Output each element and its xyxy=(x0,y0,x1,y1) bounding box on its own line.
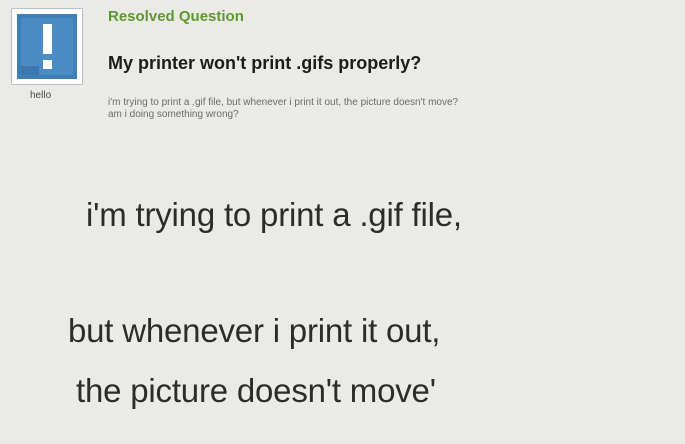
zoomed-caption-line: the picture doesn't move' xyxy=(76,372,436,409)
question-page: hello Resolved Question My printer won't… xyxy=(0,0,685,444)
resolved-status-label: Resolved Question xyxy=(108,8,244,25)
question-details-line: am i doing something wrong? xyxy=(108,109,239,120)
question-mark-avatar-icon xyxy=(17,14,77,79)
question-title: My printer won't print .gifs properly? xyxy=(108,53,422,73)
zoomed-caption-line: but whenever i print it out, xyxy=(68,312,441,349)
user-avatar[interactable] xyxy=(11,8,83,85)
zoomed-caption-line: i'm trying to print a .gif file, xyxy=(86,196,462,233)
asker-username[interactable]: hello xyxy=(30,90,51,101)
question-details: i'm trying to print a .gif file, but whe… xyxy=(108,97,683,121)
question-details-line: i'm trying to print a .gif file, but whe… xyxy=(108,97,459,108)
